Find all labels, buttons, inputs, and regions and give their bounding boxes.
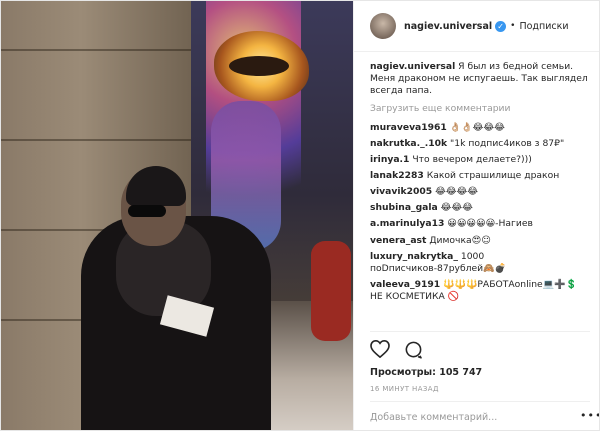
more-options-icon[interactable]: ••• [580,409,599,422]
comment-text: 😂😂😂😂 [435,186,479,198]
comment-username[interactable]: venera_ast [370,235,426,246]
comment-username[interactable]: muraveva1961 [370,122,447,133]
comment-username[interactable]: irinya.1 [370,154,409,165]
header-username[interactable]: nagiev.universal [404,21,492,32]
comment-item: a.marinulya13 😀😀😀😀😀-Нагиев [370,218,588,230]
sunglasses [128,205,166,217]
comment-text: Что вечером делаете?))) [412,153,532,165]
comment-text: 👌🏼👌🏼😂😂😂 [449,121,505,133]
comment-text: 😂😂😂 [440,202,473,214]
section-divider [370,401,590,402]
comment-icon[interactable] [404,340,423,363]
post-caption: nagiev.universal Я был из бедной семьи. … [370,61,588,97]
comments-list: nagiev.universal Я был из бедной семьи. … [354,53,599,333]
instagram-post: nagiev.universal ✓ • Подписки nagiev.uni… [0,0,600,431]
comment-item: shubina_gala 😂😂😂 [370,202,588,214]
caption-username[interactable]: nagiev.universal [370,61,455,72]
post-video[interactable] [1,1,353,430]
add-comment-input[interactable] [370,407,575,427]
comment-username[interactable]: nakrutka._.10k [370,138,447,149]
heart-icon[interactable] [370,339,390,362]
post-header: nagiev.universal ✓ • Подписки [354,1,599,52]
dragon-mouth [229,56,289,76]
comment-item: muraveva1961 👌🏼👌🏼😂😂😂 [370,122,588,134]
comment-username[interactable]: luxury_nakrytka_ [370,251,458,262]
action-bar [370,339,437,363]
comment-item: luxury_nakrytka_ 1000 поDписчиков-87рубл… [370,251,588,275]
views-count[interactable]: Просмотры: 105 747 [370,367,482,378]
verified-badge-icon: ✓ [495,20,507,32]
comment-username[interactable]: shubina_gala [370,202,438,213]
post-timestamp[interactable]: 16 МИНУТ НАЗАД [370,385,439,393]
comment-text: Какой страшилище дракон [426,169,560,181]
comment-text: "1k подпис4иков з 87₽" [450,137,565,149]
comment-item: irinya.1 Что вечером делаете?))) [370,154,588,166]
avatar[interactable] [370,13,396,39]
following-button[interactable]: Подписки [519,21,568,32]
comment-item: lanak2283 Какой страшилище дракон [370,170,588,182]
comment-item: valeeva_9191 🔱🔱🔱РАБОТАonline💻➕💲 НЕ КОСМЕ… [370,279,588,303]
load-more-comments-link[interactable]: Загрузить еще комментарии [370,103,588,115]
comment-text: 😀😀😀😀😀-Нагиев [447,218,533,230]
comment-username[interactable]: lanak2283 [370,170,424,181]
comment-item: venera_ast Димочка😍☺ [370,235,588,247]
comment-item: vivavik2005 😂😂😂😂 [370,186,588,198]
section-divider [370,331,590,332]
separator-dot: • [510,21,516,31]
comment-username[interactable]: vivavik2005 [370,186,432,197]
bystander [311,241,351,341]
comment-username[interactable]: valeeva_9191 [370,279,440,290]
comment-username[interactable]: a.marinulya13 [370,218,444,229]
post-sidebar: nagiev.universal ✓ • Подписки nagiev.uni… [353,1,599,430]
comment-item: nakrutka._.10k "1k подпис4иков з 87₽" [370,138,588,150]
comment-text: Димочка😍☺ [429,234,491,246]
